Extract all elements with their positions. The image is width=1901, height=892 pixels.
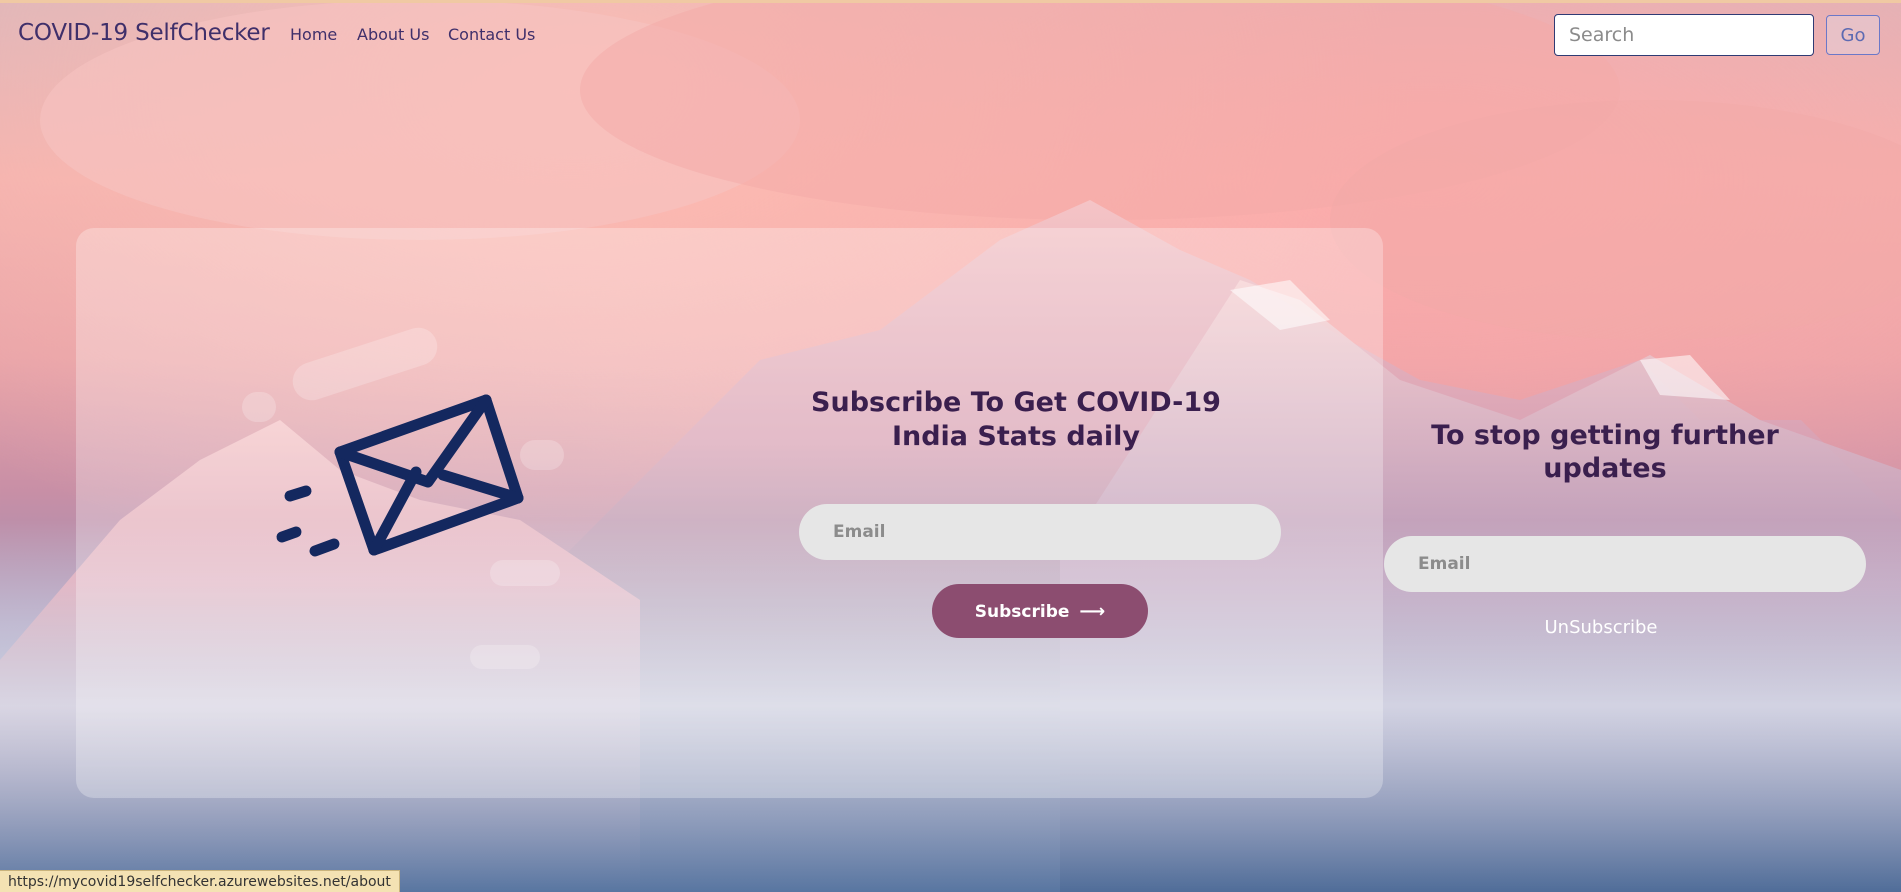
status-bar-url: https://mycovid19selfchecker.azurewebsit… xyxy=(0,870,400,892)
unsubscribe-link[interactable]: UnSubscribe xyxy=(1542,617,1660,638)
subscribe-button[interactable]: Subscribe ⟶ xyxy=(932,584,1148,638)
nav-link-about[interactable]: About Us xyxy=(357,25,429,44)
go-button[interactable]: Go xyxy=(1826,15,1880,55)
nav-link-home[interactable]: Home xyxy=(290,25,337,44)
unsubscribe-email-input[interactable] xyxy=(1384,536,1866,592)
subscribe-button-label: Subscribe xyxy=(974,601,1070,622)
arrow-right-icon: ⟶ xyxy=(1079,600,1106,622)
nav-link-contact[interactable]: Contact Us xyxy=(448,25,535,44)
envelope-icon xyxy=(276,394,524,557)
unsubscribe-heading: To stop getting further updates xyxy=(1431,420,1779,484)
navbar: COVID-19 SelfChecker Home About Us Conta… xyxy=(0,0,1901,70)
search-input[interactable] xyxy=(1554,14,1814,56)
subscribe-heading: Subscribe To Get COVID-19 India Stats da… xyxy=(811,387,1221,452)
subscribe-email-input[interactable] xyxy=(799,504,1281,560)
brand-logo[interactable]: COVID-19 SelfChecker xyxy=(18,20,270,46)
